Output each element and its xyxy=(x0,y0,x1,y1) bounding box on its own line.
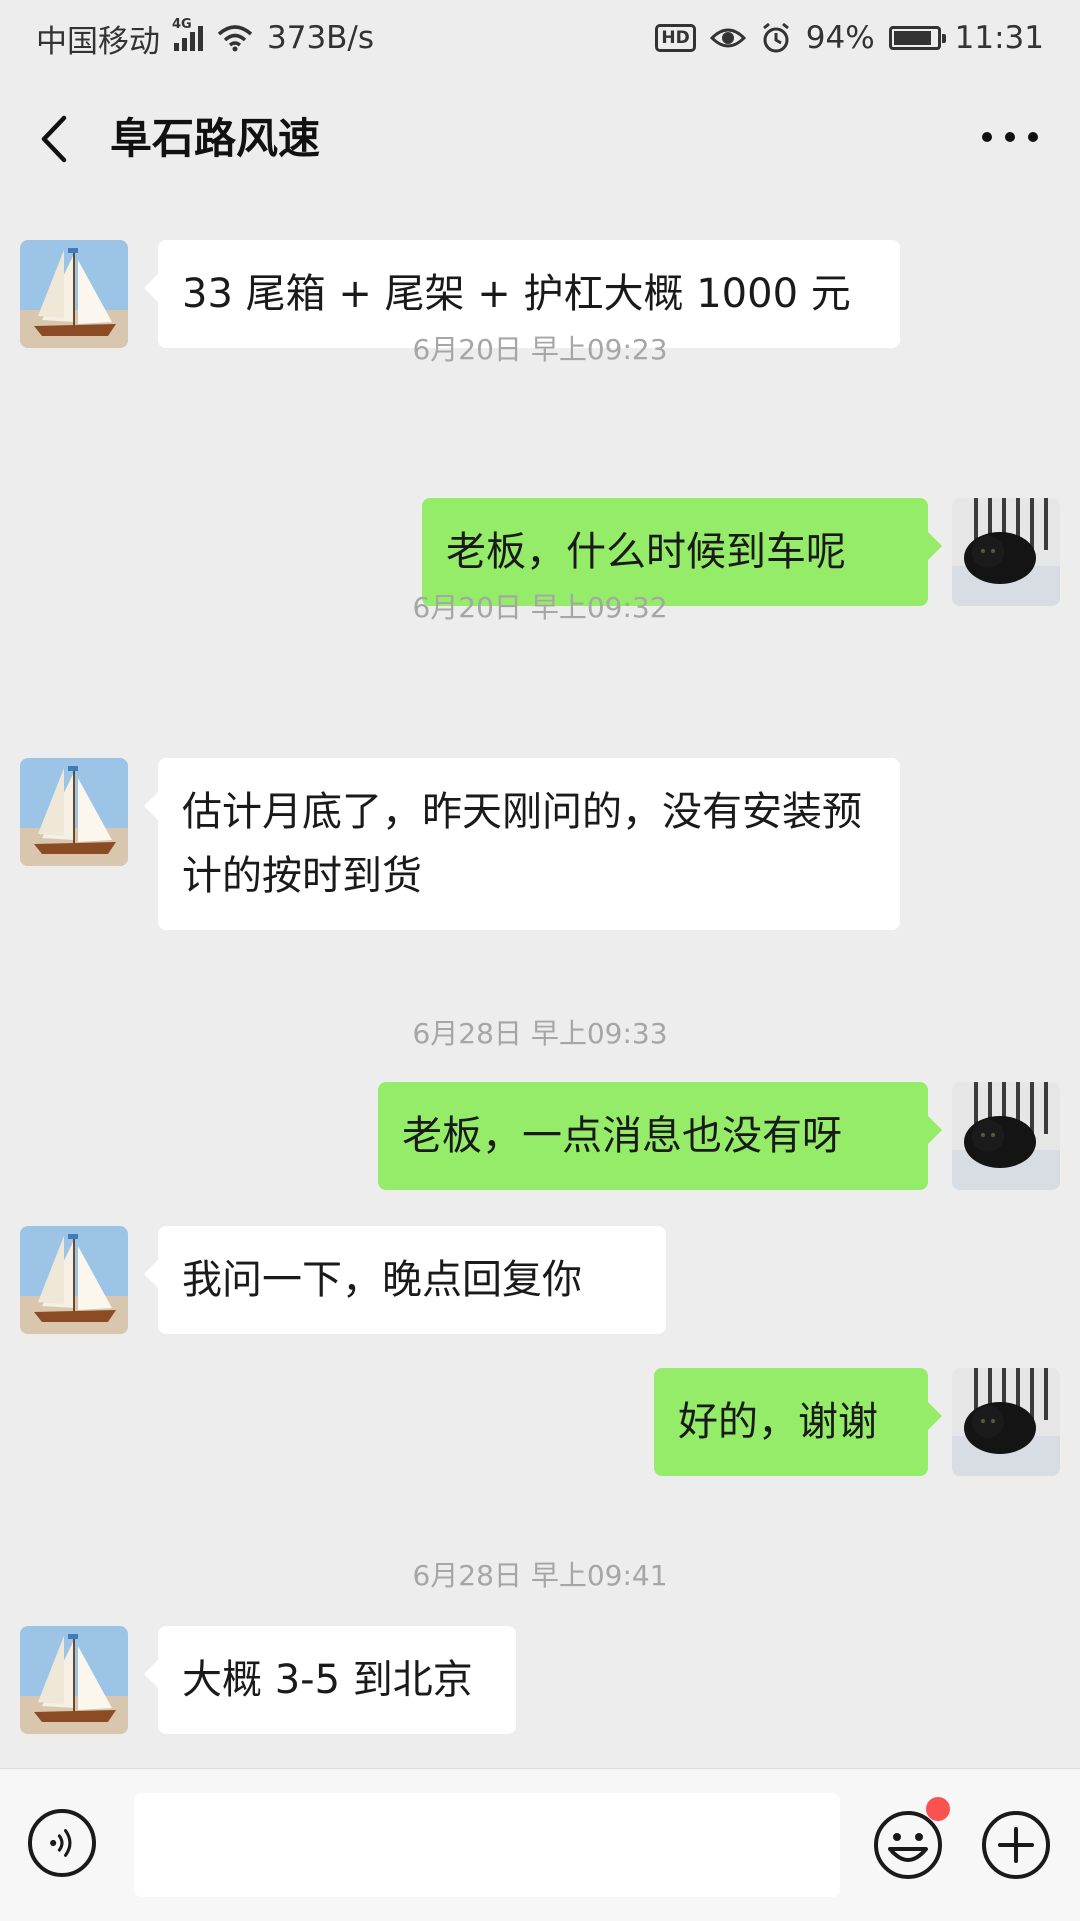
chat-header: 阜石路风速 xyxy=(0,76,1080,200)
message-timestamp: 6月20日 早上09:32 xyxy=(412,591,668,624)
chat-title: 阜石路风速 xyxy=(110,114,321,163)
outgoing-message[interactable]: 老板，一点消息也没有呀 xyxy=(378,1082,942,1190)
message-timestamp: 6月28日 早上09:33 xyxy=(412,1017,668,1050)
contact-avatar[interactable] xyxy=(20,1226,128,1334)
notification-dot xyxy=(926,1797,950,1821)
my-avatar[interactable] xyxy=(952,1082,1060,1190)
contact-avatar[interactable] xyxy=(20,758,128,866)
battery-icon xyxy=(888,26,946,50)
my-avatar[interactable] xyxy=(952,1368,1060,1476)
carrier-name: 中国移动 xyxy=(36,23,160,60)
back-arrow-icon[interactable] xyxy=(34,112,78,166)
network-type: 4G xyxy=(172,17,192,32)
more-options-icon[interactable] xyxy=(982,132,1038,146)
message-input[interactable] xyxy=(134,1793,840,1897)
message-list[interactable]: 33 尾箱 + 尾架 + 护杠大概 1000 元 6月20日 早上09:23 老… xyxy=(0,200,1080,1768)
network-speed: 373B/s xyxy=(267,20,375,56)
incoming-message[interactable]: 大概 3-5 到北京 xyxy=(144,1626,516,1734)
cellular-signal-icon: 4G xyxy=(172,17,203,51)
add-more-icon[interactable] xyxy=(980,1809,1052,1881)
message-timestamp: 6月28日 早上09:41 xyxy=(412,1559,668,1592)
hd-badge: HD xyxy=(655,24,696,52)
wifi-icon xyxy=(217,25,253,52)
alarm-icon xyxy=(762,22,789,53)
incoming-message[interactable]: 我问一下，晚点回复你 xyxy=(144,1226,666,1334)
input-bar xyxy=(0,1768,1080,1921)
outgoing-message[interactable]: 好的，谢谢 xyxy=(654,1368,942,1476)
battery-percent: 94% xyxy=(805,20,875,56)
clock-time: 11:31 xyxy=(954,20,1044,56)
emoji-button[interactable] xyxy=(872,1797,950,1881)
incoming-message[interactable]: 估计月底了，昨天刚问的，没有安装预计的按时到货 xyxy=(144,758,900,930)
voice-input-icon[interactable] xyxy=(28,1809,96,1877)
status-bar: 中国移动 4G 373B/s HD 94% 11:31 xyxy=(0,0,1080,76)
contact-avatar[interactable] xyxy=(20,1626,128,1734)
eye-icon xyxy=(709,28,746,48)
message-timestamp: 6月20日 早上09:23 xyxy=(412,333,668,366)
